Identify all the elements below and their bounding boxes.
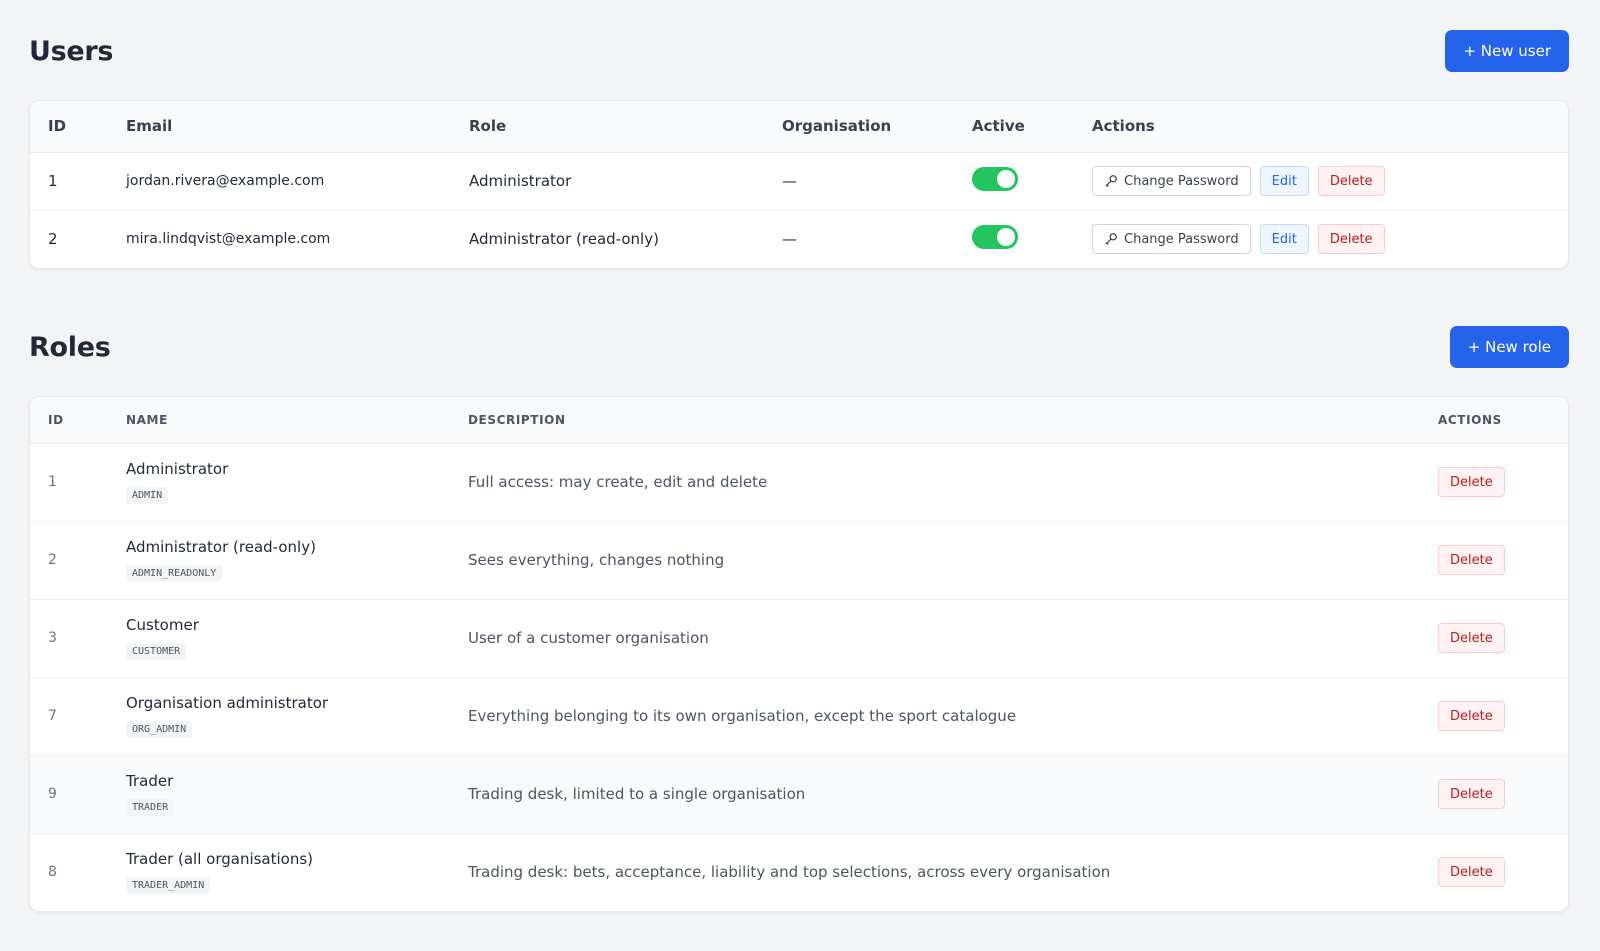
users-table: ID Email Role Organisation Active Action… bbox=[30, 101, 1568, 268]
role-row: 8 Trader (all organisations) TRADER_ADMIN… bbox=[30, 832, 1568, 911]
delete-button[interactable]: Delete bbox=[1317, 166, 1385, 196]
change-password-button[interactable]: Change Password bbox=[1092, 166, 1251, 196]
role-actions: Delete bbox=[1438, 754, 1568, 833]
role-description: Sees everything, changes nothing bbox=[468, 520, 1438, 599]
delete-button[interactable]: Delete bbox=[1438, 857, 1505, 888]
edit-button[interactable]: Edit bbox=[1259, 224, 1309, 255]
col-actions: ACTIONS bbox=[1438, 397, 1568, 444]
col-id: ID bbox=[30, 397, 126, 444]
role-id: 8 bbox=[30, 832, 126, 911]
role-name: Organisation administrator bbox=[126, 694, 329, 712]
users-header-row: ID Email Role Organisation Active Action… bbox=[30, 101, 1568, 153]
role-row: 3 Customer CUSTOMER User of a customer or… bbox=[30, 598, 1568, 677]
role-row: 1 Administrator ADMIN Full access: may cr… bbox=[30, 443, 1568, 521]
role-name-cell: Trader (all organisations) TRADER_ADMIN bbox=[126, 832, 468, 911]
user-email: jordan.rivera@example.com bbox=[126, 173, 325, 189]
user-row: 1 jordan.rivera@example.com Administrato… bbox=[30, 152, 1568, 210]
user-active-cell bbox=[972, 209, 1092, 268]
role-row: 7 Organisation administrator ORG_ADMIN Ev… bbox=[30, 676, 1568, 755]
user-organisation: — bbox=[782, 209, 972, 268]
role-code: ADMIN_READONLY bbox=[126, 565, 223, 582]
col-description: DESCRIPTION bbox=[468, 397, 1438, 444]
role-name-cell: Customer CUSTOMER bbox=[126, 598, 468, 677]
col-actions: Actions bbox=[1092, 101, 1568, 153]
col-id: ID bbox=[30, 101, 126, 153]
role-id: 7 bbox=[30, 676, 126, 755]
role-name: Customer bbox=[126, 616, 199, 634]
key-icon bbox=[1105, 175, 1117, 187]
delete-button[interactable]: Delete bbox=[1438, 623, 1505, 653]
user-id: 1 bbox=[48, 172, 58, 190]
col-email: Email bbox=[126, 101, 469, 153]
role-row: 2 Administrator (read-only) ADMIN_READONL… bbox=[30, 520, 1568, 599]
user-role: Administrator bbox=[469, 172, 572, 190]
role-name-cell: Administrator ADMIN bbox=[126, 443, 468, 521]
role-code: ADMIN bbox=[126, 487, 169, 504]
delete-button[interactable]: Delete bbox=[1317, 224, 1385, 255]
role-description: Full access: may create, edit and delete bbox=[468, 473, 768, 491]
delete-button[interactable]: Delete bbox=[1438, 701, 1505, 731]
role-description: Everything belonging to its own organisa… bbox=[468, 676, 1438, 755]
roles-header: Roles + New role bbox=[29, 325, 1569, 369]
user-actions: Change Password Edit Delete bbox=[1092, 209, 1568, 268]
user-role: Administrator (read-only) bbox=[469, 209, 782, 268]
role-code: CUSTOMER bbox=[126, 643, 187, 660]
users-header: Users + New user bbox=[29, 29, 1569, 73]
col-organisation: Organisation bbox=[782, 101, 972, 153]
role-actions: Delete bbox=[1438, 443, 1568, 521]
edit-button[interactable]: Edit bbox=[1259, 166, 1309, 196]
users-table-card: ID Email Role Organisation Active Action… bbox=[29, 100, 1569, 269]
role-name: Trader bbox=[126, 772, 174, 790]
role-name-cell: Organisation administrator ORG_ADMIN bbox=[126, 676, 468, 755]
col-active: Active bbox=[972, 101, 1092, 153]
active-toggle[interactable] bbox=[972, 167, 1018, 191]
role-name: Administrator bbox=[126, 460, 229, 478]
role-description: User of a customer organisation bbox=[468, 598, 1438, 677]
role-actions: Delete bbox=[1438, 832, 1568, 911]
role-row: 9 Trader TRADER Trading desk, limited to … bbox=[30, 754, 1568, 833]
user-active-cell bbox=[972, 152, 1092, 210]
role-code: TRADER_ADMIN bbox=[126, 877, 211, 895]
delete-button[interactable]: Delete bbox=[1438, 779, 1505, 809]
roles-table: ID NAME DESCRIPTION ACTIONS 1 Administra… bbox=[30, 397, 1568, 911]
new-user-button[interactable]: + New user bbox=[1445, 30, 1569, 72]
col-name: NAME bbox=[126, 397, 468, 444]
roles-title: Roles bbox=[29, 331, 111, 363]
role-id: 9 bbox=[30, 754, 126, 833]
role-id: 2 bbox=[30, 520, 126, 599]
users-title: Users bbox=[29, 35, 114, 67]
role-code: ORG_ADMIN bbox=[126, 721, 193, 738]
delete-button[interactable]: Delete bbox=[1438, 545, 1505, 575]
role-description: Trading desk: bets, acceptance, liabilit… bbox=[468, 832, 1438, 911]
role-description: Trading desk, limited to a single organi… bbox=[468, 754, 1438, 833]
new-role-button[interactable]: + New role bbox=[1449, 326, 1569, 368]
delete-button[interactable]: Delete bbox=[1438, 467, 1505, 497]
change-password-label: Change Password bbox=[1124, 173, 1239, 189]
role-actions: Delete bbox=[1438, 598, 1568, 677]
active-toggle[interactable] bbox=[972, 225, 1018, 250]
change-password-button[interactable]: Change Password bbox=[1092, 224, 1251, 255]
role-id: 3 bbox=[30, 598, 126, 677]
role-name: Administrator (read-only) bbox=[126, 538, 316, 556]
role-actions: Delete bbox=[1438, 676, 1568, 755]
user-organisation: — bbox=[782, 172, 797, 190]
user-id: 2 bbox=[30, 209, 126, 268]
user-email: mira.lindqvist@example.com bbox=[126, 209, 469, 268]
change-password-label: Change Password bbox=[1124, 231, 1239, 247]
role-name: Trader (all organisations) bbox=[126, 850, 314, 869]
role-name-cell: Trader TRADER bbox=[126, 754, 468, 833]
key-icon bbox=[1105, 233, 1117, 245]
role-code: TRADER bbox=[126, 799, 175, 816]
role-id: 1 bbox=[48, 474, 57, 490]
role-name-cell: Administrator (read-only) ADMIN_READONLY bbox=[126, 520, 468, 599]
col-role: Role bbox=[469, 101, 782, 153]
role-actions: Delete bbox=[1438, 520, 1568, 599]
user-actions: Change Password Edit Delete bbox=[1092, 152, 1568, 210]
roles-table-card: ID NAME DESCRIPTION ACTIONS 1 Administra… bbox=[29, 396, 1569, 912]
roles-header-row: ID NAME DESCRIPTION ACTIONS bbox=[30, 397, 1568, 444]
user-row: 2 mira.lindqvist@example.com Administrat… bbox=[30, 209, 1568, 268]
